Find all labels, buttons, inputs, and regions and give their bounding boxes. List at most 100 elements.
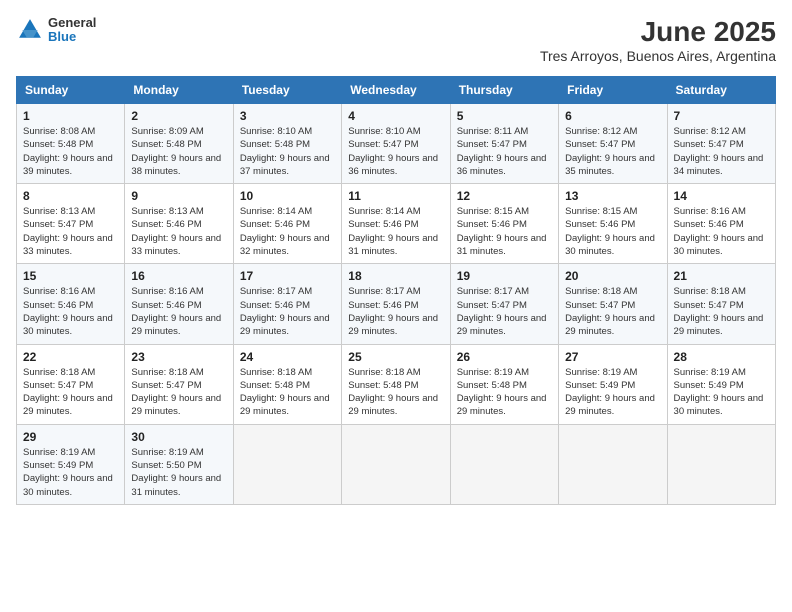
cell-sunrise: Sunrise: 8:13 AMSunset: 5:47 PMDaylight:…: [23, 206, 113, 257]
calendar-cell: 8 Sunrise: 8:13 AMSunset: 5:47 PMDaylight…: [17, 184, 125, 264]
cell-sunrise: Sunrise: 8:19 AMSunset: 5:49 PMDaylight:…: [23, 447, 113, 498]
cell-sunrise: Sunrise: 8:17 AMSunset: 5:47 PMDaylight:…: [457, 286, 547, 337]
cell-sunrise: Sunrise: 8:14 AMSunset: 5:46 PMDaylight:…: [240, 206, 330, 257]
cell-sunrise: Sunrise: 8:19 AMSunset: 5:48 PMDaylight:…: [457, 367, 547, 418]
logo-icon: [16, 16, 44, 44]
calendar-table: SundayMondayTuesdayWednesdayThursdayFrid…: [16, 76, 776, 505]
day-number: 5: [457, 109, 552, 123]
cell-sunrise: Sunrise: 8:19 AMSunset: 5:50 PMDaylight:…: [131, 447, 221, 498]
calendar-cell: 12Sunrise: 8:15 AMSunset: 5:46 PMDayligh…: [450, 184, 558, 264]
cell-sunrise: Sunrise: 8:18 AMSunset: 5:47 PMDaylight:…: [565, 286, 655, 337]
calendar-cell: 1 Sunrise: 8:08 AMSunset: 5:48 PMDaylight…: [17, 104, 125, 184]
day-number: 23: [131, 350, 226, 364]
day-number: 24: [240, 350, 335, 364]
cell-sunrise: Sunrise: 8:18 AMSunset: 5:47 PMDaylight:…: [131, 367, 221, 418]
day-number: 30: [131, 430, 226, 444]
calendar-cell: 18 Sunrise: 8:17 AMSunset: 5:46 PMDayligh…: [342, 264, 450, 344]
calendar-cell: 16Sunrise: 8:16 AMSunset: 5:46 PMDayligh…: [125, 264, 233, 344]
cell-sunrise: Sunrise: 8:08 AMSunset: 5:48 PMDaylight:…: [23, 126, 113, 177]
cell-sunrise: Sunrise: 8:19 AMSunset: 5:49 PMDaylight:…: [565, 367, 655, 418]
day-number: 29: [23, 430, 118, 444]
day-number: 11: [348, 189, 443, 203]
day-number: 19: [457, 269, 552, 283]
weekday-header-monday: Monday: [125, 77, 233, 104]
day-number: 26: [457, 350, 552, 364]
calendar-cell: 20Sunrise: 8:18 AMSunset: 5:47 PMDayligh…: [559, 264, 667, 344]
header: General Blue June 2025 Tres Arroyos, Bue…: [16, 16, 776, 64]
weekday-header-friday: Friday: [559, 77, 667, 104]
calendar-cell: 5 Sunrise: 8:11 AMSunset: 5:47 PMDaylight…: [450, 104, 558, 184]
day-number: 17: [240, 269, 335, 283]
calendar-cell: [667, 424, 775, 504]
day-number: 22: [23, 350, 118, 364]
cell-sunrise: Sunrise: 8:09 AMSunset: 5:48 PMDaylight:…: [131, 126, 221, 177]
calendar-cell: [450, 424, 558, 504]
day-number: 28: [674, 350, 769, 364]
calendar-cell: 27Sunrise: 8:19 AMSunset: 5:49 PMDayligh…: [559, 344, 667, 424]
calendar-cell: 11 Sunrise: 8:14 AMSunset: 5:46 PMDayligh…: [342, 184, 450, 264]
calendar-cell: 3 Sunrise: 8:10 AMSunset: 5:48 PMDaylight…: [233, 104, 341, 184]
weekday-header-sunday: Sunday: [17, 77, 125, 104]
calendar-cell: 25 Sunrise: 8:18 AMSunset: 5:48 PMDayligh…: [342, 344, 450, 424]
cell-sunrise: Sunrise: 8:11 AMSunset: 5:47 PMDaylight:…: [457, 126, 547, 177]
day-number: 2: [131, 109, 226, 123]
cell-sunrise: Sunrise: 8:10 AMSunset: 5:47 PMDaylight:…: [348, 126, 438, 177]
day-number: 1: [23, 109, 118, 123]
calendar-header: SundayMondayTuesdayWednesdayThursdayFrid…: [17, 77, 776, 104]
title-block: June 2025 Tres Arroyos, Buenos Aires, Ar…: [540, 16, 776, 64]
cell-sunrise: Sunrise: 8:18 AMSunset: 5:48 PMDaylight:…: [240, 367, 330, 418]
day-number: 10: [240, 189, 335, 203]
cell-sunrise: Sunrise: 8:12 AMSunset: 5:47 PMDaylight:…: [565, 126, 655, 177]
day-number: 25: [348, 350, 443, 364]
calendar-week-3: 15 Sunrise: 8:16 AMSunset: 5:46 PMDayligh…: [17, 264, 776, 344]
weekday-header-thursday: Thursday: [450, 77, 558, 104]
logo-blue: Blue: [48, 30, 96, 44]
day-number: 3: [240, 109, 335, 123]
day-number: 12: [457, 189, 552, 203]
calendar-cell: 19 Sunrise: 8:17 AMSunset: 5:47 PMDayligh…: [450, 264, 558, 344]
day-number: 14: [674, 189, 769, 203]
cell-sunrise: Sunrise: 8:18 AMSunset: 5:47 PMDaylight:…: [23, 367, 113, 418]
calendar-cell: [559, 424, 667, 504]
calendar-cell: 22 Sunrise: 8:18 AMSunset: 5:47 PMDayligh…: [17, 344, 125, 424]
cell-sunrise: Sunrise: 8:10 AMSunset: 5:48 PMDaylight:…: [240, 126, 330, 177]
calendar-cell: 10 Sunrise: 8:14 AMSunset: 5:46 PMDayligh…: [233, 184, 341, 264]
page-title: June 2025: [540, 16, 776, 48]
cell-sunrise: Sunrise: 8:14 AMSunset: 5:46 PMDaylight:…: [348, 206, 438, 257]
calendar-cell: 2 Sunrise: 8:09 AMSunset: 5:48 PMDaylight…: [125, 104, 233, 184]
cell-sunrise: Sunrise: 8:17 AMSunset: 5:46 PMDaylight:…: [240, 286, 330, 337]
calendar-cell: 14Sunrise: 8:16 AMSunset: 5:46 PMDayligh…: [667, 184, 775, 264]
page-subtitle: Tres Arroyos, Buenos Aires, Argentina: [540, 48, 776, 64]
calendar-cell: 29 Sunrise: 8:19 AMSunset: 5:49 PMDayligh…: [17, 424, 125, 504]
weekday-header-wednesday: Wednesday: [342, 77, 450, 104]
logo: General Blue: [16, 16, 96, 45]
cell-sunrise: Sunrise: 8:16 AMSunset: 5:46 PMDaylight:…: [23, 286, 113, 337]
calendar-cell: 6 Sunrise: 8:12 AMSunset: 5:47 PMDaylight…: [559, 104, 667, 184]
calendar-cell: [233, 424, 341, 504]
logo-general: General: [48, 16, 96, 30]
cell-sunrise: Sunrise: 8:17 AMSunset: 5:46 PMDaylight:…: [348, 286, 438, 337]
calendar-cell: 24 Sunrise: 8:18 AMSunset: 5:48 PMDayligh…: [233, 344, 341, 424]
cell-sunrise: Sunrise: 8:12 AMSunset: 5:47 PMDaylight:…: [674, 126, 764, 177]
day-number: 13: [565, 189, 660, 203]
cell-sunrise: Sunrise: 8:18 AMSunset: 5:48 PMDaylight:…: [348, 367, 438, 418]
logo-text: General Blue: [48, 16, 96, 45]
calendar-cell: 21Sunrise: 8:18 AMSunset: 5:47 PMDayligh…: [667, 264, 775, 344]
calendar-cell: 13Sunrise: 8:15 AMSunset: 5:46 PMDayligh…: [559, 184, 667, 264]
weekday-header-tuesday: Tuesday: [233, 77, 341, 104]
calendar-cell: [342, 424, 450, 504]
day-number: 4: [348, 109, 443, 123]
day-number: 18: [348, 269, 443, 283]
calendar-cell: 9 Sunrise: 8:13 AMSunset: 5:46 PMDaylight…: [125, 184, 233, 264]
day-number: 8: [23, 189, 118, 203]
weekday-header-saturday: Saturday: [667, 77, 775, 104]
day-number: 15: [23, 269, 118, 283]
calendar-week-5: 29 Sunrise: 8:19 AMSunset: 5:49 PMDayligh…: [17, 424, 776, 504]
calendar-cell: 30 Sunrise: 8:19 AMSunset: 5:50 PMDayligh…: [125, 424, 233, 504]
day-number: 7: [674, 109, 769, 123]
calendar-cell: 17 Sunrise: 8:17 AMSunset: 5:46 PMDayligh…: [233, 264, 341, 344]
day-number: 9: [131, 189, 226, 203]
day-number: 6: [565, 109, 660, 123]
cell-sunrise: Sunrise: 8:13 AMSunset: 5:46 PMDaylight:…: [131, 206, 221, 257]
weekday-row: SundayMondayTuesdayWednesdayThursdayFrid…: [17, 77, 776, 104]
